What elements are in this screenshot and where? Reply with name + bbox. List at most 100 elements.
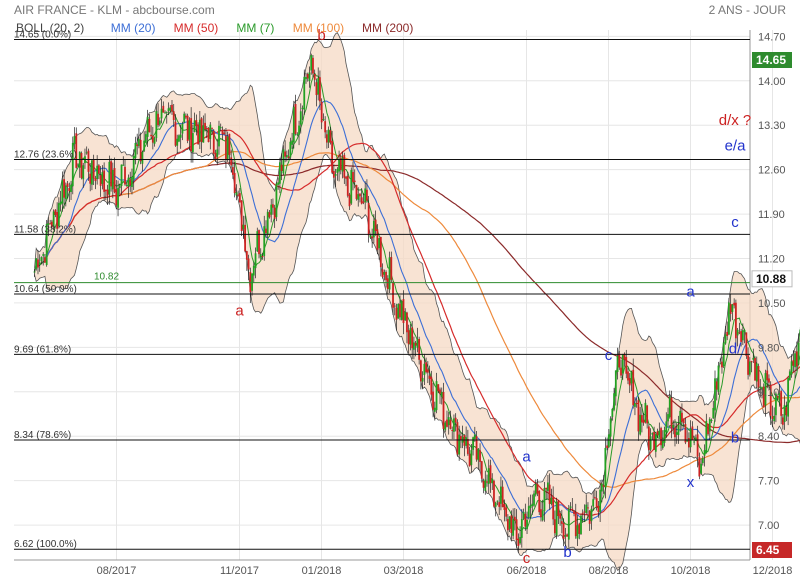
candle-body: [181, 123, 184, 134]
candle-body: [451, 429, 454, 431]
candle-body: [139, 139, 142, 162]
candle-body: [221, 129, 224, 135]
y-tick-10: 7.70: [758, 476, 779, 488]
candle-body: [205, 128, 208, 130]
candle-body: [627, 371, 629, 381]
candle-body: [446, 419, 448, 427]
wave-label-0: a: [235, 303, 244, 320]
candle-body: [543, 488, 546, 512]
candle-body: [712, 407, 715, 419]
candle-body: [585, 504, 588, 513]
y-tick-11: 7.00: [758, 520, 779, 532]
fib-label-5: 8.34 (78.6%): [14, 430, 71, 441]
candle-body: [158, 120, 161, 125]
candle-body: [381, 269, 384, 278]
candle-body: [465, 437, 468, 446]
candle-body: [266, 211, 269, 235]
candle-body: [634, 403, 636, 407]
candle-body: [641, 415, 643, 423]
candle-body: [331, 140, 334, 173]
candle-body: [265, 228, 267, 234]
candle-body: [355, 185, 358, 199]
candle: [355, 184, 358, 201]
x-tick-5: 08/2018: [589, 565, 629, 577]
candle-body: [399, 303, 401, 318]
y-tick-3: 12.60: [758, 165, 786, 177]
candle: [350, 167, 353, 205]
candle-body: [545, 487, 548, 490]
candle-body: [397, 303, 400, 319]
candle-body: [715, 381, 718, 390]
legend-item-1: MM (20): [111, 21, 156, 35]
candle-body: [390, 256, 393, 280]
candle-body: [188, 120, 191, 140]
candle-body: [392, 281, 394, 308]
candle-body: [169, 107, 172, 111]
candle-body: [743, 330, 746, 332]
candle-body: [637, 400, 640, 432]
candle-body: [736, 329, 739, 336]
candle-body: [371, 236, 374, 239]
candle-body: [211, 127, 213, 129]
candle-body: [647, 426, 650, 451]
candle-body: [505, 507, 508, 517]
candle-body: [191, 133, 194, 153]
candle-body: [682, 418, 685, 424]
x-tick-7: 12/2018: [753, 565, 793, 577]
candle-body: [578, 523, 581, 534]
candle-body: [245, 251, 248, 260]
candle-body: [325, 134, 328, 143]
y-tick-4: 11.90: [758, 209, 785, 221]
candle-body: [635, 402, 638, 404]
candle-body: [555, 501, 558, 536]
candle-body: [630, 371, 633, 384]
low-price-badge: 6.45: [752, 542, 792, 558]
candle-body: [416, 338, 419, 348]
candle-body: [197, 124, 200, 145]
candle-body: [419, 360, 422, 382]
candle-body: [364, 188, 367, 203]
candle-body: [639, 414, 642, 435]
candle-body: [138, 138, 140, 147]
wave-label-6: x: [687, 474, 695, 491]
candle-body: [496, 500, 499, 502]
candle-body: [672, 424, 675, 428]
candle-body: [40, 257, 43, 262]
candle-body: [235, 192, 238, 196]
candle-body: [698, 457, 701, 477]
candle: [292, 100, 295, 149]
candle-body: [315, 82, 318, 96]
candle-body: [442, 391, 445, 429]
candle-body: [400, 300, 403, 320]
candle-body: [738, 332, 741, 334]
candle-body: [336, 168, 339, 173]
wave-label-10: d/: [729, 341, 742, 358]
candle-body: [484, 479, 487, 491]
candle-body: [233, 172, 236, 194]
candle-body: [747, 355, 749, 375]
candle-body: [212, 130, 215, 154]
candle-body: [329, 130, 332, 143]
candle-body: [477, 448, 480, 461]
candle-body: [460, 435, 462, 440]
candle-body: [59, 201, 62, 205]
candle-body: [136, 144, 139, 147]
candle-body: [209, 124, 212, 139]
candle-body: [320, 101, 323, 123]
candle: [555, 497, 558, 539]
candle-body: [707, 423, 709, 435]
low-price-label: 6.45: [756, 543, 780, 557]
candle-body: [63, 179, 65, 198]
candle-body: [393, 305, 396, 307]
candle-body: [346, 175, 349, 196]
candle-body: [317, 78, 320, 95]
candle-body: [275, 183, 278, 218]
candle-body: [787, 378, 790, 417]
candle-body: [494, 502, 497, 507]
candle-body: [748, 361, 751, 375]
candle-body: [679, 410, 682, 424]
candle-body: [64, 185, 67, 199]
candle-body: [176, 138, 179, 146]
candle-body: [372, 220, 375, 238]
candle-body: [345, 176, 347, 179]
